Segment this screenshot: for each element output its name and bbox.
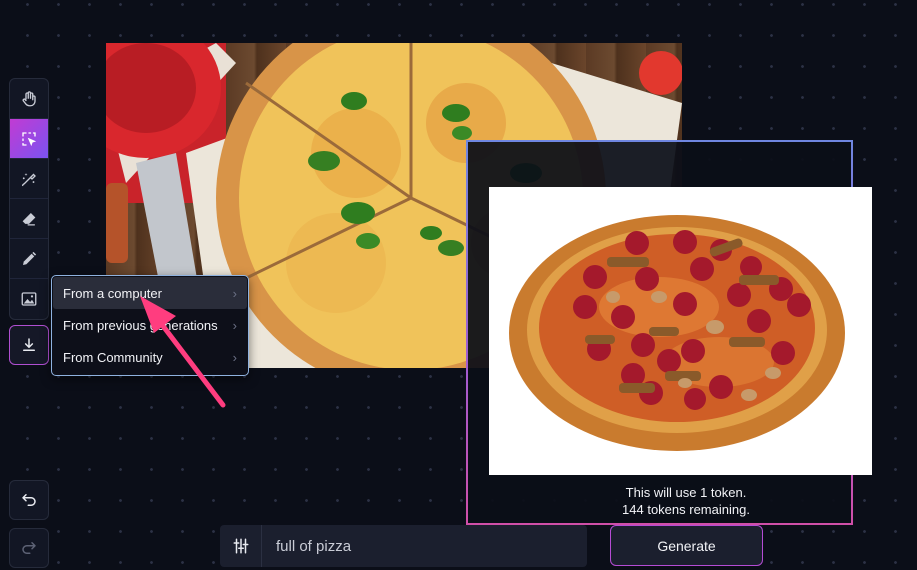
chevron-right-icon: › [232, 285, 237, 301]
token-usage-text: This will use 1 token. [625, 485, 747, 500]
pepperoni-pizza [509, 215, 845, 451]
tokens-remaining-text: 144 tokens remaining. [622, 502, 750, 517]
pencil-icon [23, 251, 37, 265]
sliders-icon [233, 538, 248, 554]
generate-button[interactable]: Generate [610, 525, 763, 566]
generated-image[interactable] [489, 187, 872, 475]
tool-pencil[interactable] [10, 239, 48, 279]
upload-button[interactable] [9, 325, 49, 365]
undo-button[interactable] [9, 480, 49, 520]
prompt-input[interactable]: full of pizza [262, 538, 351, 555]
chevron-right-icon: › [232, 349, 237, 365]
hand-icon [22, 90, 36, 106]
menu-item-label: From previous generations [63, 317, 218, 333]
tool-hand[interactable] [10, 79, 48, 119]
redo-icon [22, 542, 36, 554]
download-icon [23, 338, 35, 351]
tool-select[interactable] [10, 119, 48, 159]
tool-palette [9, 78, 49, 320]
tool-magic-brush[interactable] [10, 159, 48, 199]
select-icon [22, 131, 37, 146]
menu-item-from-previous-generations[interactable]: From previous generations › [53, 309, 247, 341]
undo-icon [22, 494, 36, 506]
token-info: This will use 1 token. 144 tokens remain… [466, 484, 906, 518]
image-icon [21, 292, 37, 306]
menu-item-from-computer[interactable]: From a computer › [53, 277, 247, 309]
menu-item-label: From a computer [63, 285, 162, 301]
redo-button[interactable] [9, 528, 49, 568]
tool-image[interactable] [10, 279, 48, 319]
settings-button[interactable] [220, 525, 262, 567]
chevron-right-icon: › [232, 317, 237, 333]
magic-brush-icon [21, 172, 36, 186]
eraser-icon [22, 212, 36, 225]
tool-eraser[interactable] [10, 199, 48, 239]
upload-menu: From a computer › From previous generati… [51, 275, 249, 376]
menu-item-label: From Community [63, 349, 163, 365]
prompt-bar: full of pizza [220, 525, 587, 567]
menu-item-from-community[interactable]: From Community › [53, 341, 247, 373]
